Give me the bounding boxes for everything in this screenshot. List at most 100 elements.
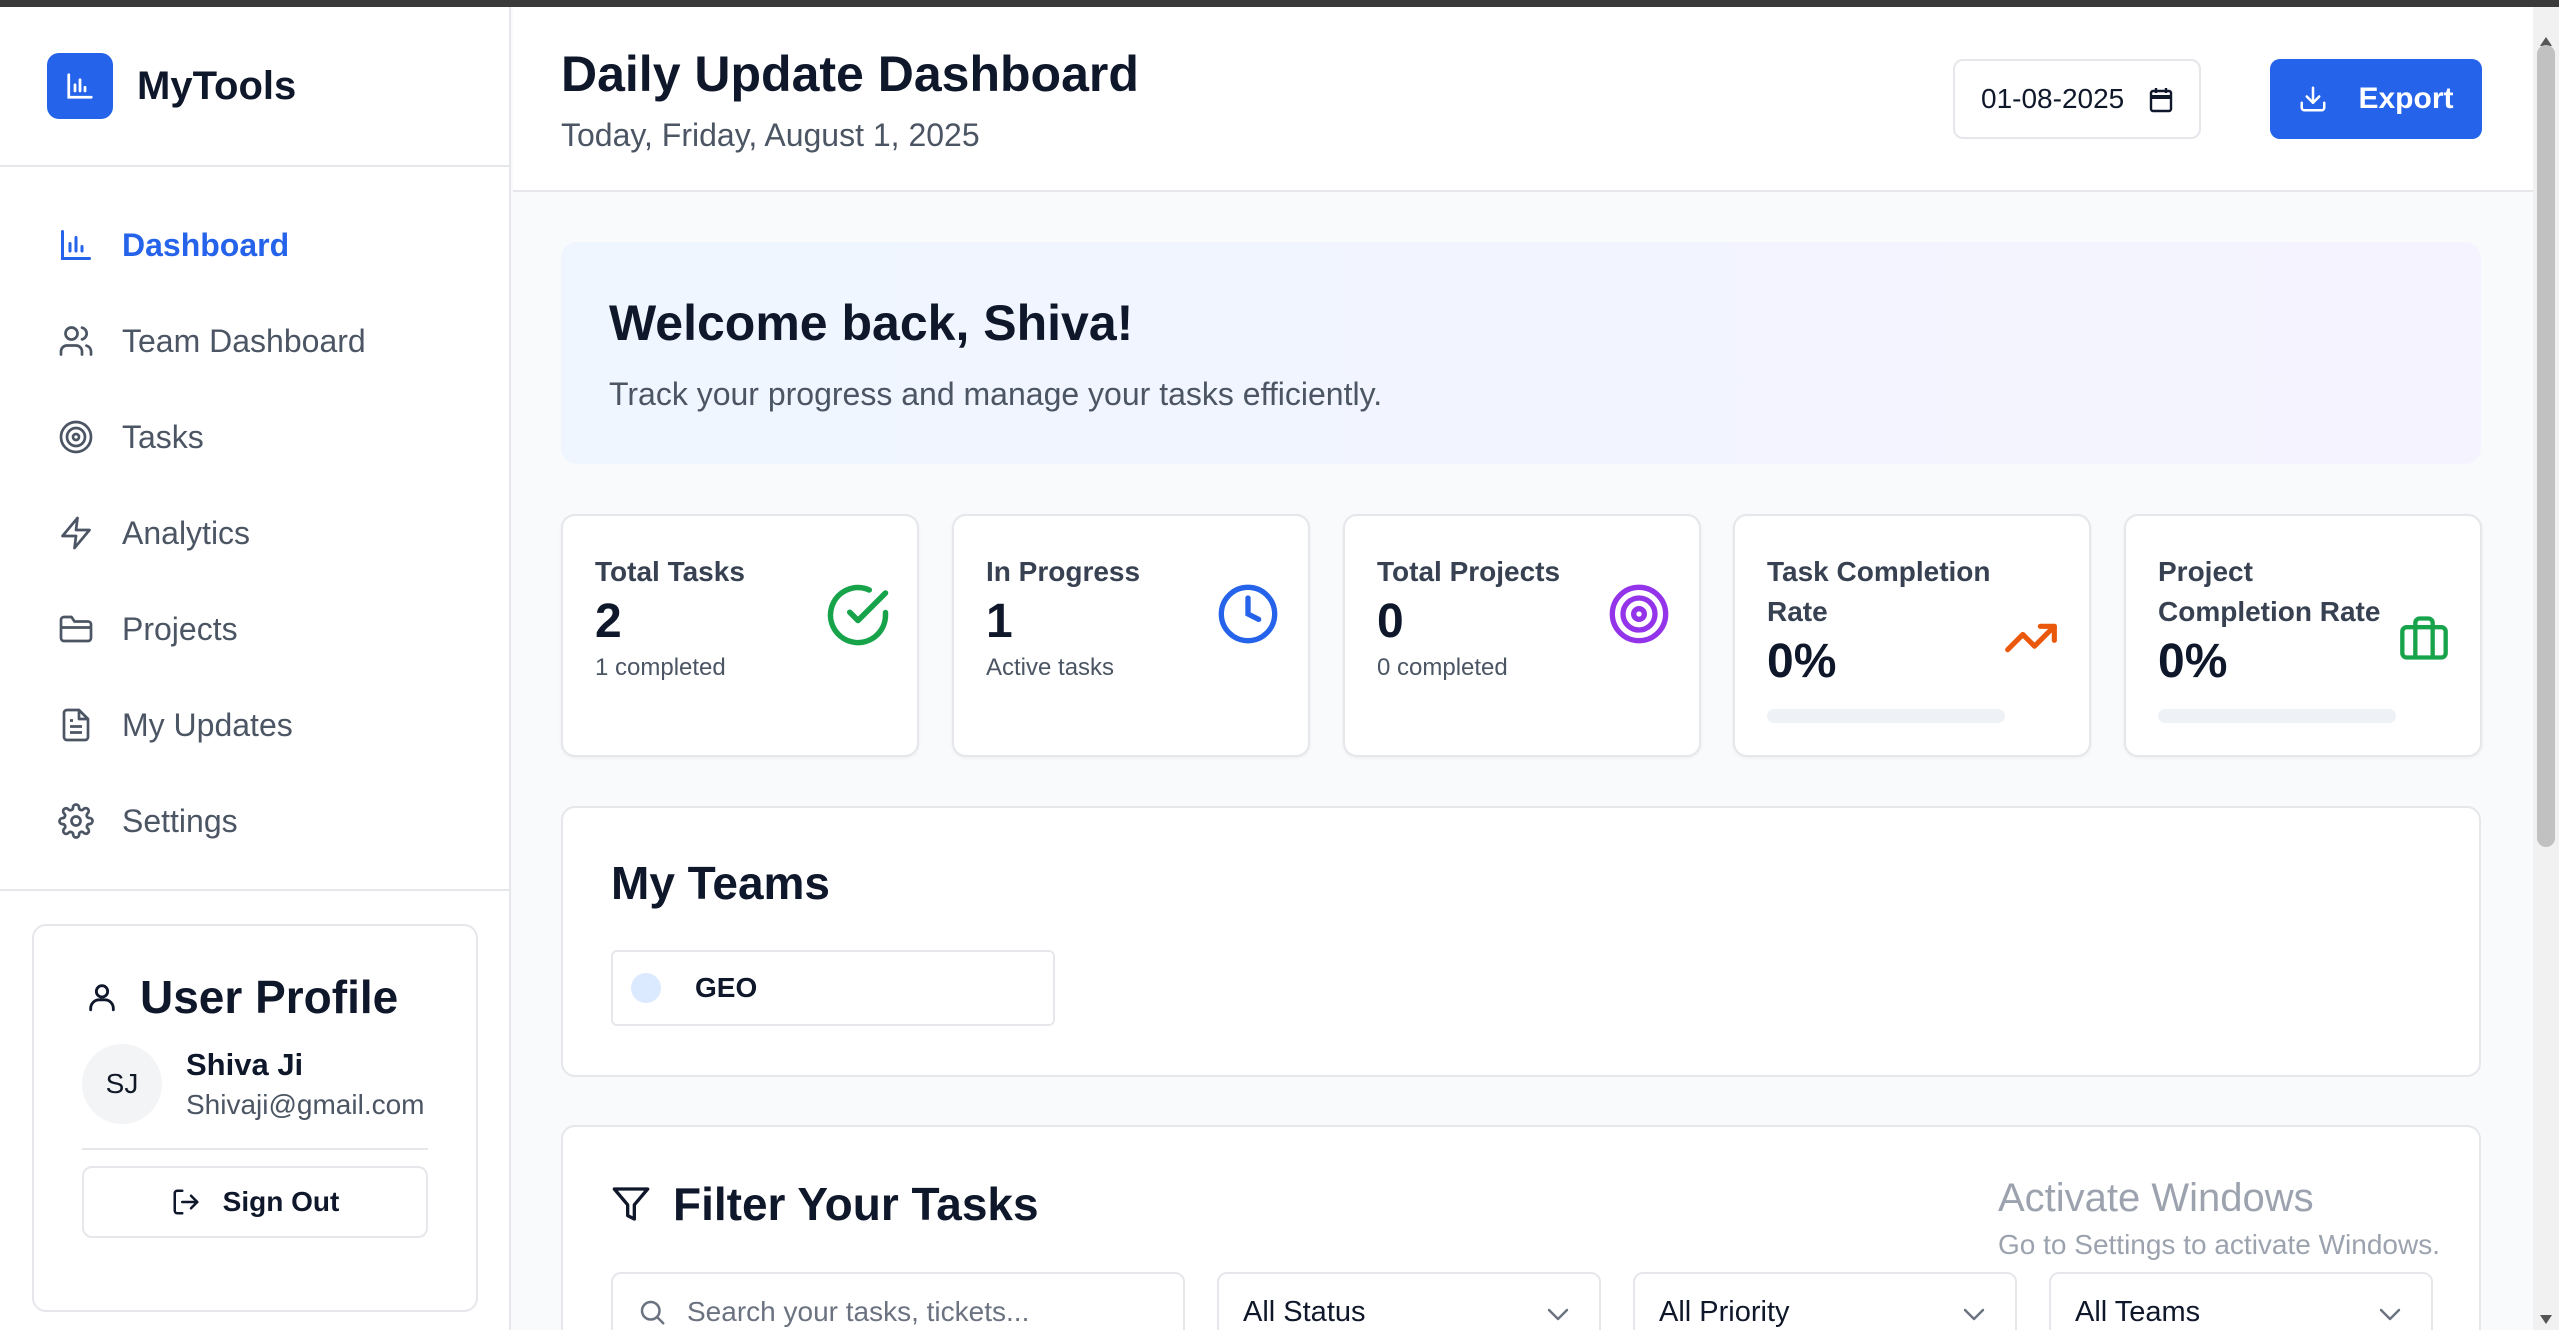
- date-value: 01-08-2025: [1981, 83, 2125, 114]
- stat-label-line: Completion Rate: [2158, 596, 2381, 627]
- stat-value: 1: [986, 595, 1013, 648]
- check-circle-icon: [825, 582, 891, 648]
- priority-select-value: All Priority: [1659, 1295, 1790, 1328]
- target-icon: [1607, 582, 1671, 646]
- sidebar-item-projects[interactable]: Projects: [0, 581, 509, 677]
- sidebar-divider: [0, 889, 511, 891]
- page-scrollbar[interactable]: [2533, 7, 2559, 1330]
- search-icon: [637, 1297, 667, 1327]
- brand-name: MyTools: [137, 63, 297, 108]
- bar-chart-logo-icon: [47, 53, 113, 119]
- user-icon: [82, 977, 122, 1017]
- team-chip[interactable]: GEO: [611, 950, 1055, 1026]
- log-out-icon: [171, 1187, 201, 1217]
- search-input[interactable]: Search your tasks, tickets...: [611, 1272, 1185, 1330]
- zap-icon: [56, 513, 96, 553]
- scrollbar-thumb[interactable]: [2537, 45, 2555, 847]
- page-title: Daily Update Dashboard: [561, 46, 1139, 102]
- teams-select-value: All Teams: [2075, 1295, 2201, 1328]
- stat-label-line: Project: [2158, 556, 2253, 587]
- users-icon: [56, 321, 96, 361]
- sidebar-nav: Dashboard Team Dashboard Tasks Analytics…: [0, 167, 509, 869]
- welcome-title: Welcome back, Shiva!: [609, 295, 1134, 351]
- sign-out-label: Sign Out: [222, 1186, 340, 1217]
- page-date: Today, Friday, August 1, 2025: [561, 117, 980, 153]
- sidebar-item-label: My Updates: [122, 706, 293, 743]
- stat-subtext: 0 completed: [1377, 654, 1508, 681]
- sidebar-item-my-updates[interactable]: My Updates: [0, 677, 509, 773]
- export-label: Export: [2358, 82, 2454, 115]
- user-info: Shiva Ji Shivaji@gmail.com: [186, 1047, 425, 1121]
- date-picker-input[interactable]: 01-08-2025: [1953, 59, 2201, 139]
- stat-value: 0%: [1767, 635, 1837, 688]
- download-icon: [2298, 84, 2328, 114]
- sidebar: MyTools Dashboard Team Dashboard Tasks A…: [0, 7, 511, 1330]
- sidebar-item-label: Settings: [122, 802, 238, 839]
- stat-label: Project Completion Rate: [2158, 552, 2380, 632]
- sidebar-item-label: Analytics: [122, 514, 251, 551]
- stat-subtext: Active tasks: [986, 654, 1115, 681]
- watermark-title: Activate Windows: [1998, 1176, 2314, 1220]
- avatar: SJ: [82, 1044, 162, 1124]
- sidebar-item-team-dashboard[interactable]: Team Dashboard: [0, 293, 509, 389]
- profile-divider: [82, 1148, 428, 1150]
- team-name: GEO: [695, 972, 758, 1003]
- priority-select[interactable]: All Priority: [1633, 1272, 2017, 1330]
- welcome-subtitle: Track your progress and manage your task…: [609, 376, 1383, 412]
- user-profile-card: User Profile SJ Shiva Ji Shivaji@gmail.c…: [32, 924, 478, 1312]
- stat-card-total-projects: Total Projects 0 0 completed: [1343, 514, 1701, 757]
- search-placeholder: Search your tasks, tickets...: [687, 1296, 1030, 1327]
- chevron-down-icon: [1547, 1308, 1569, 1322]
- my-teams-card: My Teams GEO: [561, 806, 2481, 1077]
- filter-title-text: Filter Your Tasks: [673, 1178, 1039, 1230]
- status-select-value: All Status: [1243, 1295, 1366, 1328]
- user-email: Shivaji@gmail.com: [186, 1089, 425, 1120]
- stat-subtext: 1 completed: [595, 654, 726, 681]
- status-select[interactable]: All Status: [1217, 1272, 1601, 1330]
- profile-title: User Profile: [82, 970, 428, 1024]
- folder-icon: [56, 609, 96, 649]
- activate-windows-watermark: Activate Windows Go to Settings to activ…: [1998, 1176, 2440, 1261]
- stat-label: Task Completion Rate: [1767, 552, 1991, 632]
- stat-card-task-completion-rate: Task Completion Rate 0%: [1733, 514, 2091, 757]
- sidebar-item-settings[interactable]: Settings: [0, 773, 509, 869]
- chevron-down-icon: [1963, 1308, 1985, 1322]
- sidebar-item-analytics[interactable]: Analytics: [0, 485, 509, 581]
- sidebar-item-dashboard[interactable]: Dashboard: [0, 197, 509, 293]
- stat-value: 0: [1377, 595, 1404, 648]
- file-text-icon: [56, 705, 96, 745]
- team-color-dot: [631, 973, 661, 1003]
- stat-label: In Progress: [986, 556, 1141, 587]
- stat-value: 0%: [2158, 635, 2228, 688]
- window-top-bar: [0, 0, 2559, 7]
- brand[interactable]: MyTools: [0, 7, 509, 167]
- sidebar-item-label: Projects: [122, 610, 238, 647]
- my-teams-title: My Teams: [611, 857, 831, 909]
- target-icon: [56, 417, 96, 457]
- teams-select[interactable]: All Teams: [2049, 1272, 2433, 1330]
- sidebar-item-label: Team Dashboard: [122, 322, 366, 359]
- scroll-down-arrow-icon[interactable]: [2540, 1315, 2552, 1324]
- briefcase-icon: [2398, 612, 2450, 664]
- filter-icon: [611, 1184, 651, 1224]
- clock-icon: [1216, 582, 1280, 646]
- export-button[interactable]: Export: [2270, 59, 2482, 139]
- stat-label-line: Task Completion: [1767, 556, 1991, 587]
- gear-icon: [56, 801, 96, 841]
- sign-out-button[interactable]: Sign Out: [82, 1166, 428, 1238]
- profile-title-text: User Profile: [140, 971, 399, 1023]
- stat-card-total-tasks: Total Tasks 2 1 completed: [561, 514, 919, 757]
- bar-chart-icon: [56, 225, 96, 265]
- welcome-banner: Welcome back, Shiva! Track your progress…: [561, 242, 2481, 464]
- stat-card-in-progress: In Progress 1 Active tasks: [952, 514, 1310, 757]
- stat-label: Total Projects: [1377, 556, 1561, 587]
- calendar-icon[interactable]: [2149, 87, 2173, 120]
- trending-up-icon: [2003, 610, 2059, 666]
- sidebar-item-tasks[interactable]: Tasks: [0, 389, 509, 485]
- sidebar-item-label: Dashboard: [122, 226, 290, 263]
- profile-user: SJ Shiva Ji Shivaji@gmail.com: [82, 1044, 428, 1124]
- stat-value: 2: [595, 595, 622, 648]
- stat-card-project-completion-rate: Project Completion Rate 0%: [2124, 514, 2482, 757]
- watermark-subtitle: Go to Settings to activate Windows.: [1998, 1229, 2440, 1260]
- chevron-down-icon: [2379, 1308, 2401, 1322]
